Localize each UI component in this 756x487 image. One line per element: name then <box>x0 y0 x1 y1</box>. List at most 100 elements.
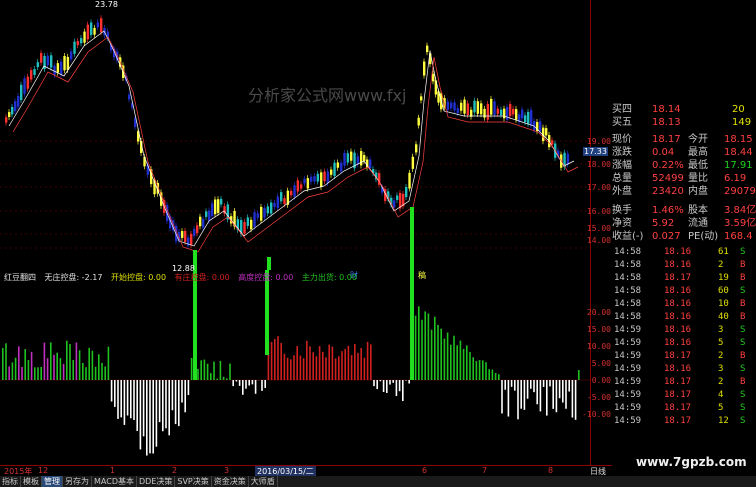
candle <box>190 233 193 245</box>
candle <box>23 78 26 94</box>
histogram-bar <box>264 380 266 388</box>
tab-dde[interactable]: DDE决策 <box>137 476 176 487</box>
tab-macd[interactable]: MACD基本 <box>92 476 137 487</box>
candle <box>323 171 326 182</box>
tick-volume: 61 <box>718 247 729 257</box>
quote-value: 168.4 <box>724 231 753 242</box>
tick-time: 14:58 <box>614 273 642 283</box>
ind-axis-label: 20.00 <box>586 308 611 317</box>
tab-master[interactable]: 大师盾 <box>249 476 278 487</box>
quote-row: 买四 18.14 20 <box>612 103 756 116</box>
tab-template[interactable]: 模板 <box>21 476 42 487</box>
site-watermark: www.7gpzb.com <box>636 455 747 469</box>
candle <box>36 62 40 68</box>
candle <box>453 102 456 111</box>
tab-indicator[interactable]: 指标 <box>0 476 21 487</box>
histogram-bar <box>126 380 129 416</box>
candle <box>524 115 527 123</box>
candle <box>243 222 246 234</box>
indicator-param-4: 主力出货: 0.00 <box>301 273 357 282</box>
histogram-bar <box>488 369 490 380</box>
histogram-bar <box>178 380 180 427</box>
candle <box>426 45 429 53</box>
candle <box>100 18 103 33</box>
histogram-bar <box>405 380 407 381</box>
histogram-bar <box>91 350 94 380</box>
candle <box>463 99 466 114</box>
candle <box>263 208 266 218</box>
histogram-bar <box>331 346 334 380</box>
histogram-bar <box>206 363 209 380</box>
tick-volume: 2 <box>718 351 724 361</box>
candle <box>276 196 280 208</box>
histogram-bar <box>2 348 4 380</box>
candle <box>280 192 283 202</box>
candle <box>476 101 480 114</box>
tick-time: 14:58 <box>614 247 642 257</box>
candle <box>96 22 100 28</box>
histogram-bar <box>302 358 305 380</box>
histogram-bar <box>379 380 382 382</box>
candle <box>480 103 483 115</box>
histogram-bar <box>152 380 154 454</box>
histogram-bar <box>24 349 26 380</box>
histogram-bar <box>395 380 398 396</box>
histogram-bar <box>114 380 116 407</box>
indicator-name: 红豆翻四 <box>4 273 36 282</box>
candle <box>70 51 73 60</box>
tick-time: 14:58 <box>614 312 642 322</box>
ma-line-long <box>12 36 579 253</box>
histogram-bar <box>354 344 356 380</box>
axis-label: 15.00 <box>586 224 611 233</box>
quote-row: 买五 18.13 149 <box>612 116 756 129</box>
histogram-bar <box>75 342 78 380</box>
histogram-bar <box>318 346 321 380</box>
quote-label: 内盘 <box>688 186 708 197</box>
tick-row: 14:59 18.16 3 S <box>612 324 756 337</box>
quote-label: 买五 <box>612 117 632 128</box>
indicator-chart[interactable] <box>0 270 590 465</box>
histogram-bar <box>472 357 474 380</box>
histogram-bar <box>277 336 279 380</box>
histogram-bar <box>238 380 241 386</box>
histogram-bar <box>334 358 337 380</box>
quote-volume: 149 <box>732 117 752 128</box>
candle <box>76 41 80 46</box>
histogram-bar <box>190 357 193 380</box>
candle <box>460 102 463 111</box>
tab-svp[interactable]: SVP决策 <box>175 476 212 487</box>
quote-value: 0.22% <box>652 160 684 171</box>
histogram-bar <box>558 380 561 399</box>
quote-row: 外盘 23420 内盘 29079 <box>612 185 756 198</box>
price-chart[interactable] <box>0 0 590 270</box>
signal-bar <box>410 270 414 380</box>
tab-fund[interactable]: 资金决策 <box>212 476 249 487</box>
histogram-bar <box>149 380 151 454</box>
candle <box>326 171 330 183</box>
histogram-bar <box>434 316 436 380</box>
candle <box>521 109 524 119</box>
candle <box>411 156 415 169</box>
tab-manage[interactable]: 管理 <box>42 476 63 487</box>
tab-save-as[interactable]: 另存为 <box>63 476 92 487</box>
candle <box>202 218 205 228</box>
histogram-bar <box>235 380 238 382</box>
histogram-bar <box>357 352 359 380</box>
indicator-param-1: 开始控盘: 0.00 <box>111 273 167 282</box>
histogram-bar <box>27 360 30 380</box>
histogram-bar <box>440 328 442 380</box>
candle <box>545 128 548 136</box>
indicator-param-3: 高度控盘: 0.00 <box>238 273 294 282</box>
tick-direction: S <box>740 364 746 374</box>
tick-time: 14:58 <box>614 260 642 270</box>
histogram-bar <box>5 343 7 380</box>
histogram-bar <box>296 346 298 380</box>
quote-label: 收益(-) <box>612 231 644 242</box>
histogram-bar <box>437 324 439 380</box>
date-label: 1 <box>110 466 116 475</box>
histogram-bar <box>402 380 404 402</box>
histogram-bar <box>315 356 318 380</box>
histogram-bar <box>574 380 577 420</box>
tick-time: 14:59 <box>614 403 642 413</box>
histogram-bar <box>571 380 574 418</box>
